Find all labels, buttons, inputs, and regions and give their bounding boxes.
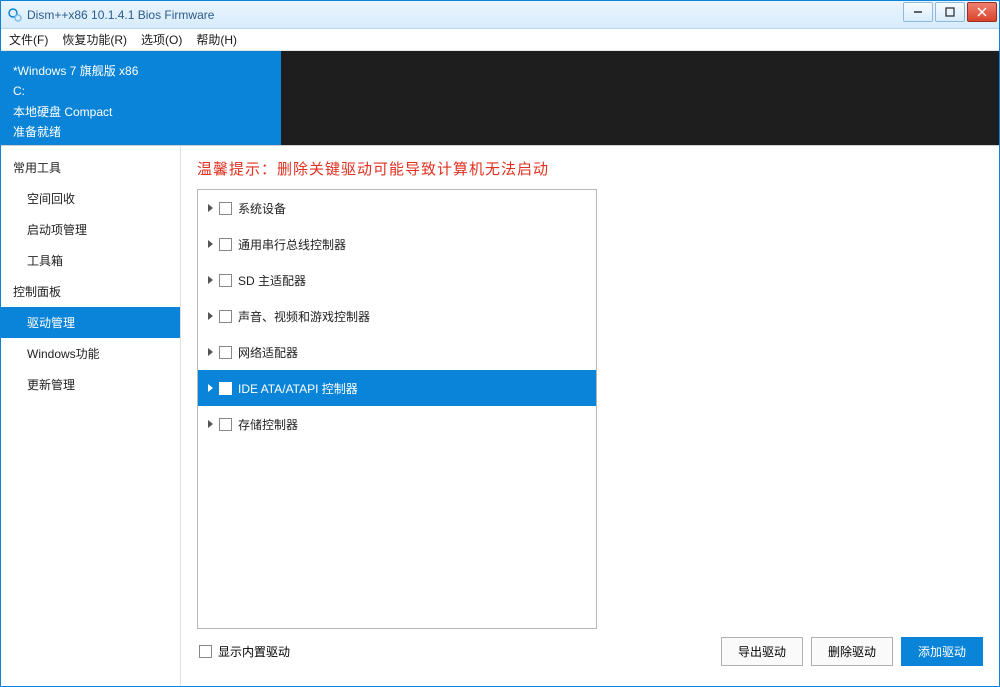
maximize-button[interactable] — [935, 2, 965, 22]
minimize-button[interactable] — [903, 2, 933, 22]
tree-row[interactable]: 声音、视频和游戏控制器 — [198, 298, 596, 334]
close-button[interactable] — [967, 2, 997, 22]
sidebar: 常用工具 空间回收启动项管理工具箱 控制面板 驱动管理Windows功能更新管理 — [1, 146, 181, 686]
bottom-bar: 显示内置驱动 导出驱动 删除驱动 添加驱动 — [197, 637, 983, 666]
expand-arrow-icon — [208, 240, 213, 248]
warning-text: 温馨提示：删除关键驱动可能导致计算机无法启动 — [197, 158, 983, 179]
tree-label: 通用串行总线控制器 — [238, 236, 346, 253]
tree-label: 存储控制器 — [238, 416, 298, 433]
titlebar[interactable]: Dism++x86 10.1.4.1 Bios Firmware — [1, 1, 999, 29]
expand-arrow-icon — [208, 420, 213, 428]
window-title: Dism++x86 10.1.4.1 Bios Firmware — [27, 8, 903, 22]
tree-label: 网络适配器 — [238, 344, 298, 361]
sidebar-item[interactable]: 更新管理 — [1, 369, 180, 400]
image-info-panel[interactable]: *Windows 7 旗舰版 x86 C: 本地硬盘 Compact 准备就绪 — [1, 51, 281, 145]
menubar: 文件(F) 恢复功能(R) 选项(O) 帮助(H) — [1, 29, 999, 51]
expand-arrow-icon — [208, 204, 213, 212]
checkbox-icon[interactable] — [219, 238, 232, 251]
driver-tree: 系统设备通用串行总线控制器 SD 主适配器声音、视频和游戏控制器网络适配器 IDE … — [197, 189, 597, 629]
sidebar-item[interactable]: 驱动管理 — [1, 307, 180, 338]
info-status: 准备就绪 — [13, 122, 269, 142]
export-driver-button[interactable]: 导出驱动 — [721, 637, 803, 666]
delete-driver-button[interactable]: 删除驱动 — [811, 637, 893, 666]
tree-label: 声音、视频和游戏控制器 — [238, 308, 370, 325]
expand-arrow-icon — [208, 348, 213, 356]
tree-row[interactable]: 存储控制器 — [198, 406, 596, 442]
window-controls — [903, 1, 999, 28]
show-builtin-checkbox[interactable]: 显示内置驱动 — [199, 643, 290, 660]
info-disk: 本地硬盘 Compact — [13, 102, 269, 122]
main-panel: 温馨提示：删除关键驱动可能导致计算机无法启动 系统设备通用串行总线控制器 SD 主… — [181, 146, 999, 686]
tree-label: IDE ATA/ATAPI 控制器 — [238, 380, 358, 397]
add-driver-button[interactable]: 添加驱动 — [901, 637, 983, 666]
expand-arrow-icon — [208, 312, 213, 320]
checkbox-icon[interactable] — [219, 202, 232, 215]
image-info-empty — [281, 51, 999, 145]
expand-arrow-icon — [208, 276, 213, 284]
menu-file[interactable]: 文件(F) — [9, 31, 48, 48]
app-window: Dism++x86 10.1.4.1 Bios Firmware 文件(F) 恢… — [0, 0, 1000, 687]
sidebar-item[interactable]: 空间回收 — [1, 183, 180, 214]
app-icon — [7, 7, 23, 23]
tree-row[interactable]: 系统设备 — [198, 190, 596, 226]
sidebar-item[interactable]: Windows功能 — [1, 338, 180, 369]
sidebar-item[interactable]: 启动项管理 — [1, 214, 180, 245]
tree-label: 系统设备 — [238, 200, 286, 217]
sidebar-group-cpanel: 控制面板 — [1, 276, 180, 307]
checkbox-icon — [199, 645, 212, 658]
checkbox-icon[interactable] — [219, 310, 232, 323]
expand-arrow-icon — [208, 384, 213, 392]
checkbox-icon[interactable] — [219, 382, 232, 395]
tree-row[interactable]: IDE ATA/ATAPI 控制器 — [198, 370, 596, 406]
menu-recover[interactable]: 恢复功能(R) — [62, 31, 127, 48]
checkbox-icon[interactable] — [219, 418, 232, 431]
checkbox-icon[interactable] — [219, 346, 232, 359]
sidebar-item[interactable]: 工具箱 — [1, 245, 180, 276]
tree-label: SD 主适配器 — [238, 272, 306, 289]
tree-row[interactable]: SD 主适配器 — [198, 262, 596, 298]
menu-help[interactable]: 帮助(H) — [196, 31, 237, 48]
checkbox-icon[interactable] — [219, 274, 232, 287]
tree-row[interactable]: 通用串行总线控制器 — [198, 226, 596, 262]
show-builtin-label: 显示内置驱动 — [218, 643, 290, 660]
sidebar-group-tools: 常用工具 — [1, 152, 180, 183]
menu-options[interactable]: 选项(O) — [141, 31, 182, 48]
image-info-strip: *Windows 7 旗舰版 x86 C: 本地硬盘 Compact 准备就绪 — [1, 51, 999, 145]
tree-row[interactable]: 网络适配器 — [198, 334, 596, 370]
info-os: *Windows 7 旗舰版 x86 — [13, 61, 269, 81]
info-drive: C: — [13, 81, 269, 101]
body: 常用工具 空间回收启动项管理工具箱 控制面板 驱动管理Windows功能更新管理… — [1, 145, 999, 686]
